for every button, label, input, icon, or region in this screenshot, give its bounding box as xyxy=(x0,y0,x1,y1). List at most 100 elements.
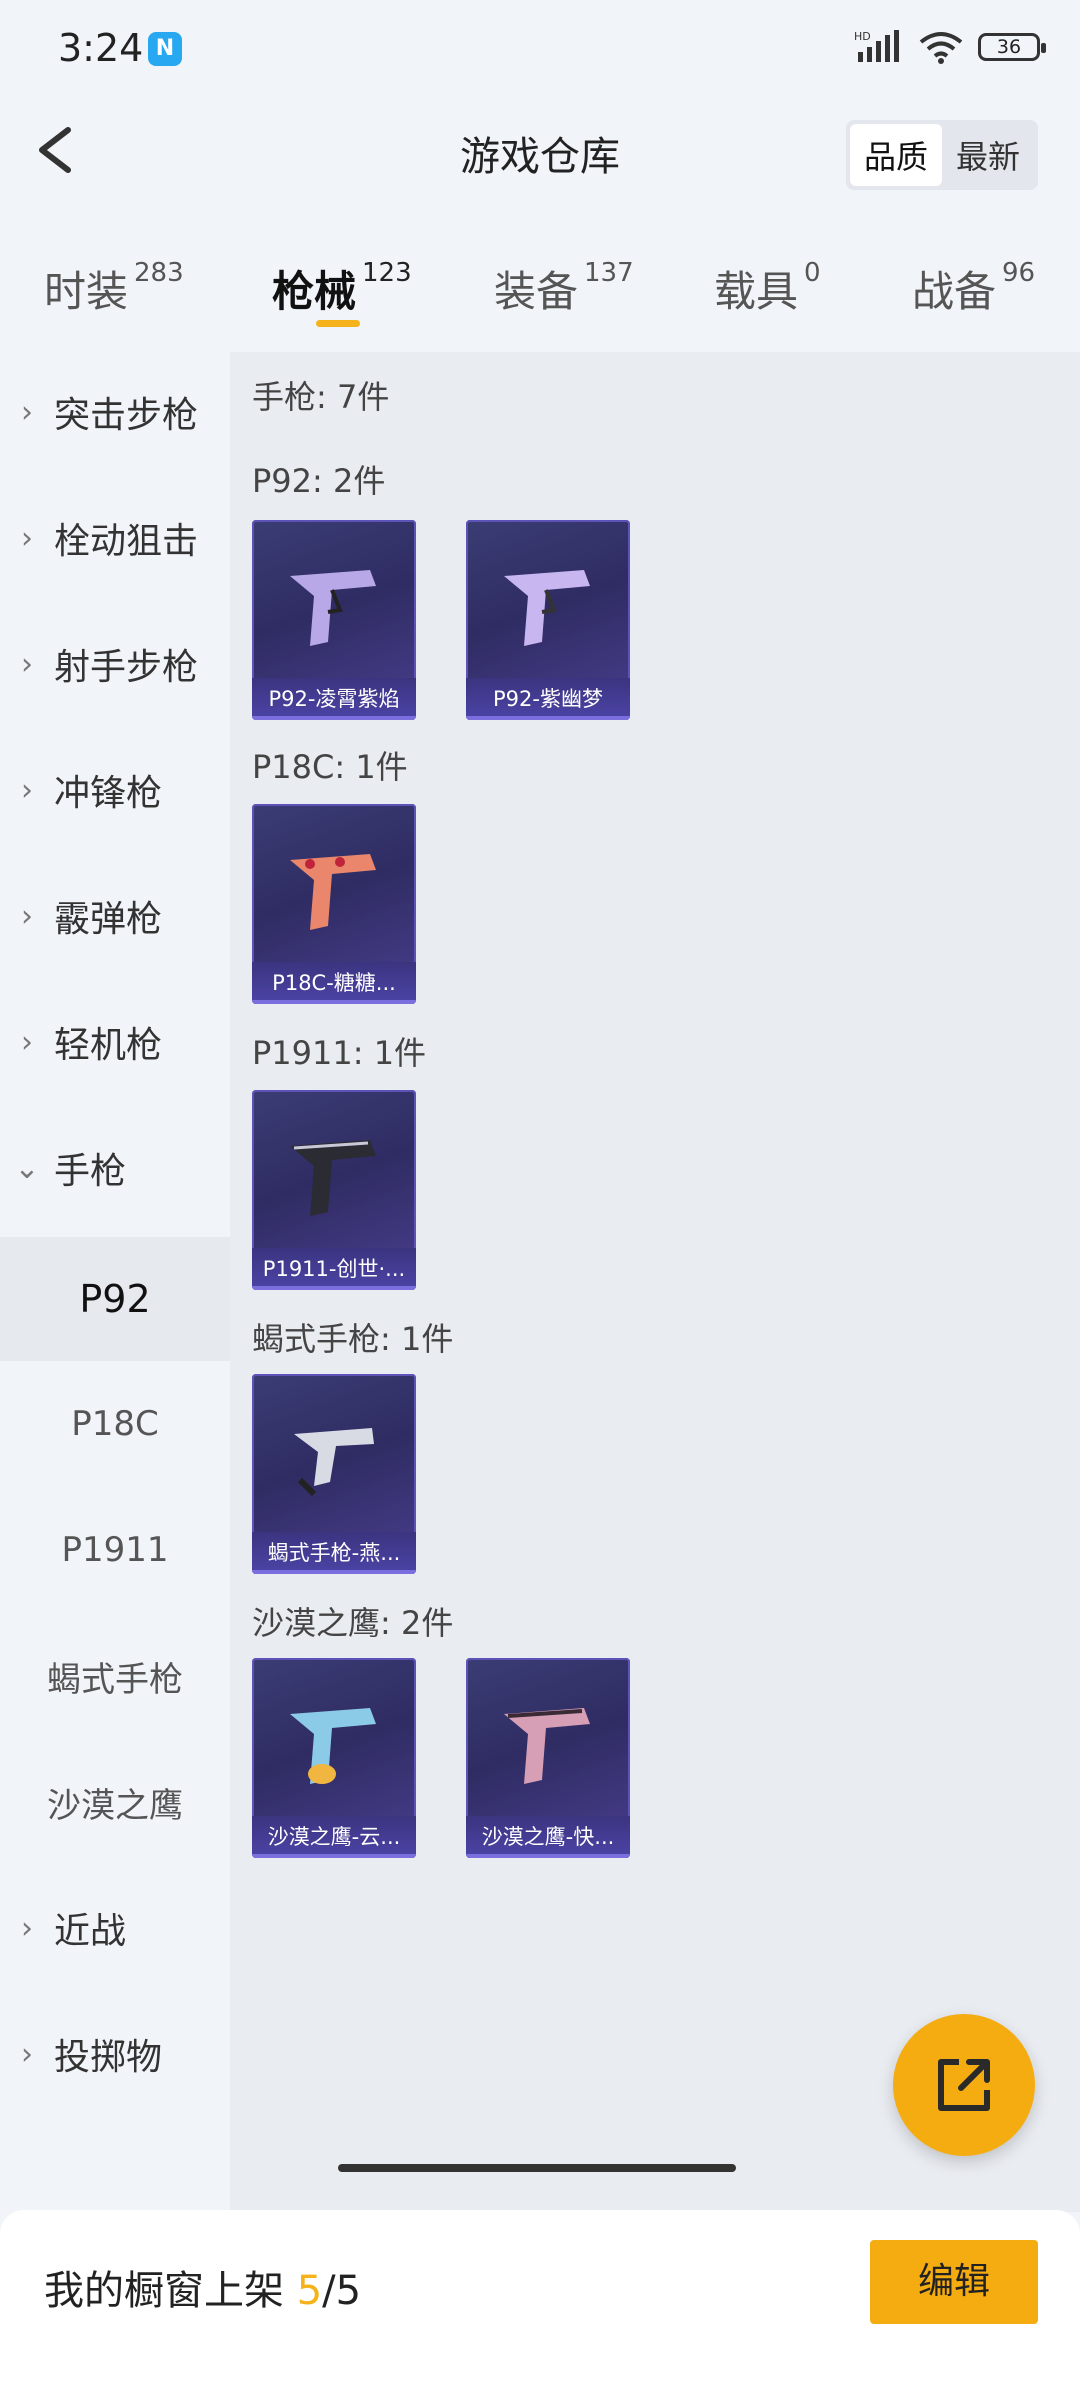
tab-fashion[interactable]: 时装 283 xyxy=(44,258,184,319)
tab-equipment[interactable]: 装备 137 xyxy=(494,258,634,319)
sidebar-item-smg[interactable]: › 冲锋枪 xyxy=(0,730,230,850)
chevron-right-icon: › xyxy=(21,2036,33,2072)
sidebar-item-label: 冲锋枪 xyxy=(54,773,163,814)
sort-toggle[interactable]: 品质 最新 xyxy=(845,120,1038,190)
group-title: P18C: 1件 xyxy=(252,748,408,786)
svg-text:HD: HD xyxy=(854,30,871,43)
tab-guns[interactable]: 枪械 123 xyxy=(272,258,412,319)
weapon-name: 沙漠之鹰-快... xyxy=(466,1816,630,1858)
edit-button[interactable]: 编辑 xyxy=(870,2240,1038,2324)
weapon-card[interactable]: 沙漠之鹰-云... xyxy=(252,1658,416,1858)
tab-label: 枪械 xyxy=(272,267,357,316)
chevron-right-icon: › xyxy=(21,394,33,430)
tab-label: 时装 xyxy=(44,267,129,316)
tab-label: 战备 xyxy=(912,267,997,316)
tab-count: 96 xyxy=(1002,258,1036,288)
sidebar-item-label: 突击步枪 xyxy=(54,395,199,436)
sidebar-item-lmg[interactable]: › 轻机枪 xyxy=(0,982,230,1102)
rarity-bar xyxy=(252,716,416,720)
share-button[interactable] xyxy=(893,2014,1035,2156)
tab-tactical[interactable]: 战备 96 xyxy=(912,258,1035,319)
tab-label: 装备 xyxy=(494,267,579,316)
pistol-icon xyxy=(290,1708,376,1784)
sidebar-item-label: 射手步枪 xyxy=(54,647,199,688)
weapon-card[interactable]: P92-紫幽梦 xyxy=(466,520,630,720)
home-indicator[interactable] xyxy=(338,2164,736,2172)
sidebar-item-assault-rifle[interactable]: › 突击步枪 xyxy=(0,352,230,472)
sidebar-item-label: 霰弹枪 xyxy=(54,899,163,940)
rarity-bar xyxy=(252,1000,416,1004)
rarity-bar xyxy=(252,1570,416,1574)
sidebar-item-shotgun[interactable]: › 霰弹枪 xyxy=(0,856,230,976)
pistol-icon xyxy=(504,1708,590,1784)
pistol-icon xyxy=(294,1428,374,1497)
chevron-right-icon: › xyxy=(21,646,33,682)
sidebar-item-marksman-rifle[interactable]: › 射手步枪 xyxy=(0,604,230,724)
status-bar: 3:24 N HD 36 xyxy=(0,0,1080,100)
sidebar-item-label: 投掷物 xyxy=(54,2037,163,2078)
tab-count: 283 xyxy=(134,258,184,288)
active-tab-indicator xyxy=(316,320,360,327)
sidebar-item-label: 近战 xyxy=(54,1911,127,1952)
pistol-icon xyxy=(290,570,376,646)
showcase-status: 我的橱窗上架 5/5 xyxy=(44,2258,361,2316)
chevron-right-icon: › xyxy=(21,520,33,556)
sidebar-item-pistol[interactable]: ⌄ 手枪 xyxy=(0,1108,230,1228)
rarity-bar xyxy=(252,1286,416,1290)
sidebar-item-melee[interactable]: › 近战 xyxy=(0,1868,230,1988)
weapon-name: P1911-创世·... xyxy=(252,1248,416,1290)
tab-label: 载具 xyxy=(714,267,799,316)
weapon-card[interactable]: P1911-创世·... xyxy=(252,1090,416,1290)
tab-vehicles[interactable]: 载具 0 xyxy=(714,258,821,319)
group-title: 沙漠之鹰: 2件 xyxy=(252,1604,454,1642)
sidebar-sub-p1911[interactable]: P1911 xyxy=(0,1490,230,1610)
category-tabs: 时装 283 枪械 123 装备 137 载具 0 战备 96 xyxy=(0,240,1080,340)
external-link-icon xyxy=(938,2059,990,2111)
tab-count: 137 xyxy=(584,258,634,288)
weapon-card[interactable]: P18C-糖糖... xyxy=(252,804,416,1004)
status-icons: HD 36 xyxy=(854,30,1046,64)
group-title: P92: 2件 xyxy=(252,462,386,500)
showcase-label: 我的橱窗上架 xyxy=(44,2268,284,2314)
weapon-card[interactable]: P92-凌霄紫焰 xyxy=(252,520,416,720)
chevron-right-icon: › xyxy=(21,1910,33,1946)
showcase-bar: 我的橱窗上架 5/5 编辑 xyxy=(0,2210,1080,2400)
header: 游戏仓库 品质 最新 xyxy=(0,100,1080,200)
rarity-bar xyxy=(466,716,630,720)
sort-quality-button[interactable]: 品质 xyxy=(849,124,942,186)
group-title: P1911: 1件 xyxy=(252,1034,427,1072)
weapon-card[interactable]: 蝎式手枪-燕... xyxy=(252,1374,416,1574)
nfc-icon: N xyxy=(148,32,182,66)
pistol-icon xyxy=(290,1140,376,1216)
weapon-name: 沙漠之鹰-云... xyxy=(252,1816,416,1858)
showcase-current: 5 xyxy=(296,2268,323,2314)
signal-icon: HD xyxy=(854,30,899,62)
chevron-right-icon: › xyxy=(21,1024,33,1060)
pistol-icon xyxy=(290,854,376,930)
sidebar-sub-desert-eagle[interactable]: 沙漠之鹰 xyxy=(0,1742,230,1862)
chevron-right-icon: › xyxy=(21,772,33,808)
section-summary: 手枪: 7件 xyxy=(252,378,390,416)
group-title: 蝎式手枪: 1件 xyxy=(252,1320,454,1358)
weapon-grid: 手枪: 7件 P92: 2件 P92-凌霄紫焰 P92-紫幽梦 P18C: 1件… xyxy=(230,352,1080,2212)
sidebar-item-label: 轻机枪 xyxy=(54,1025,163,1066)
sidebar-item-throwables[interactable]: › 投掷物 xyxy=(0,1994,230,2114)
sidebar-item-bolt-sniper[interactable]: › 栓动狙击 xyxy=(0,478,230,598)
sidebar-sub-scorpion[interactable]: 蝎式手枪 xyxy=(0,1616,230,1736)
sidebar-sub-p18c[interactable]: P18C xyxy=(0,1364,230,1484)
battery-icon: 36 xyxy=(978,33,1046,61)
rarity-bar xyxy=(466,1854,630,1858)
chevron-right-icon: › xyxy=(21,898,33,934)
sidebar-item-label: 手枪 xyxy=(54,1151,127,1192)
tab-count: 123 xyxy=(362,258,412,288)
chevron-down-icon: ⌄ xyxy=(14,1150,40,1186)
sort-latest-button[interactable]: 最新 xyxy=(942,124,1034,186)
sidebar-sub-p92[interactable]: P92 xyxy=(0,1237,230,1361)
weapon-name: P92-凌霄紫焰 xyxy=(252,678,416,720)
weapon-card[interactable]: 沙漠之鹰-快... xyxy=(466,1658,630,1858)
weapon-name: P92-紫幽梦 xyxy=(466,678,630,720)
weapon-name: P18C-糖糖... xyxy=(252,962,416,1004)
pistol-icon xyxy=(504,570,590,646)
clock: 3:24 xyxy=(58,26,144,70)
weapon-category-sidebar: › 突击步枪 › 栓动狙击 › 射手步枪 › 冲锋枪 › 霰弹枪 › 轻机枪 ⌄ 手枪 P92… xyxy=(0,352,230,2212)
